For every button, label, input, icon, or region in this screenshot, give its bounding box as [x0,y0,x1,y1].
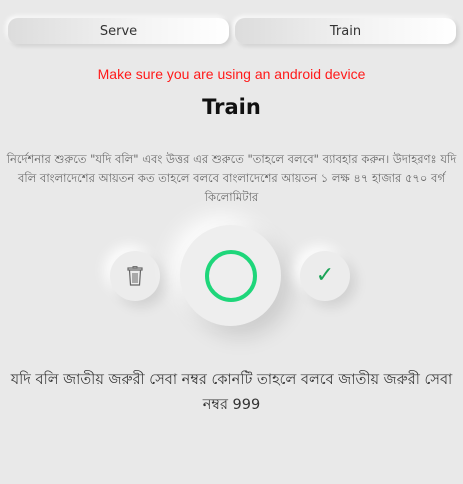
record-button[interactable] [180,225,281,326]
instructions-text: নির্দেশনার শুরুতে "যদি বলি" এবং উত্তর এর… [6,152,457,204]
checkmark-icon: ✓ [315,263,335,288]
tab-serve[interactable]: Serve [8,18,229,44]
tab-bar: Serve Train [8,18,456,44]
tab-train[interactable]: Train [235,18,456,44]
confirm-button[interactable]: ✓ [300,251,350,301]
trash-icon [127,266,143,286]
android-warning: Make sure you are using an android devic… [97,66,366,82]
transcript-text: যদি বলি জাতীয় জরুরী সেবা নম্বর কোনটি তা… [10,372,453,413]
delete-button[interactable] [110,251,160,301]
record-ring-icon [204,249,257,302]
page-title: Train [202,95,261,119]
recording-controls: ✓ [0,225,463,330]
